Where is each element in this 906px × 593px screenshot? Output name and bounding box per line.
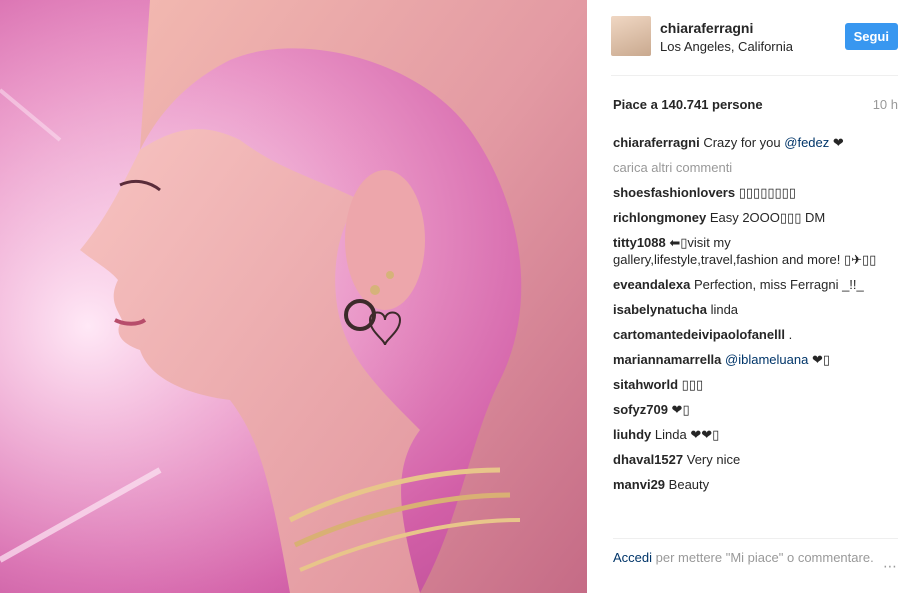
comment-item: sofyz709 ❤▯ <box>613 401 883 418</box>
comment-username[interactable]: cartomantedeivipaolofanelll <box>613 327 785 342</box>
comment-item: manvi29 Beauty <box>613 476 883 493</box>
post-username[interactable]: chiaraferragni <box>660 20 753 36</box>
comment-item: mariannamarrella @iblameluana ❤▯ <box>613 351 883 368</box>
comment-item: dhaval1527 Very nice <box>613 451 883 468</box>
caption-mention[interactable]: @fedez <box>784 135 829 150</box>
comment-username[interactable]: shoesfashionlovers <box>613 185 735 200</box>
likes-count[interactable]: Piace a 140.741 persone <box>613 97 763 112</box>
comment-text: linda <box>710 302 739 317</box>
caption-text: Crazy for you <box>703 135 781 150</box>
comment-text: Easy 2OOO▯▯▯ DM <box>709 210 826 225</box>
caption-username[interactable]: chiaraferragni <box>613 135 700 150</box>
comment-mention[interactable]: @iblameluana <box>725 352 808 367</box>
comment-username[interactable]: dhaval1527 <box>613 452 683 467</box>
caption: chiaraferragni Crazy for you @fedez ❤ <box>613 134 883 151</box>
comment-item: sitahworld ▯▯▯ <box>613 376 883 393</box>
comment-item: cartomantedeivipaolofanelll . <box>613 326 883 343</box>
comment-username[interactable]: sofyz709 <box>613 402 668 417</box>
login-link[interactable]: Accedi <box>613 550 652 565</box>
comment-item: titty1088 ⬅▯visit my gallery,lifestyle,t… <box>613 234 883 268</box>
comment-item: isabelynatucha linda <box>613 301 883 318</box>
comment-item: shoesfashionlovers ▯▯▯▯▯▯▯▯ <box>613 184 883 201</box>
post-side-panel: chiaraferragni Los Angeles, California S… <box>587 0 906 593</box>
comment-text: ▯▯▯▯▯▯▯▯ <box>738 185 796 200</box>
comment-text: Linda ❤❤▯ <box>654 427 720 442</box>
photo-illustration <box>0 0 587 593</box>
comment-username[interactable]: sitahworld <box>613 377 678 392</box>
comment-item: richlongmoney Easy 2OOO▯▯▯ DM <box>613 209 883 226</box>
comment-text: Perfection, miss Ferragni _!!_ <box>693 277 864 292</box>
comment-item: eveandalexa Perfection, miss Ferragni _!… <box>613 276 883 293</box>
comments-list: chiaraferragni Crazy for you @fedez ❤ ca… <box>613 134 883 501</box>
comment-text: Very nice <box>686 452 741 467</box>
comment-username[interactable]: mariannamarrella <box>613 352 721 367</box>
post-photo[interactable] <box>0 0 587 593</box>
post-footer: Accedi per mettere "Mi piace" o commenta… <box>613 538 898 593</box>
post-header: chiaraferragni Los Angeles, California S… <box>611 14 898 76</box>
comment-username[interactable]: isabelynatucha <box>613 302 707 317</box>
comment-username[interactable]: manvi29 <box>613 477 665 492</box>
comment-username[interactable]: titty1088 <box>613 235 666 250</box>
caption-heart: ❤ <box>829 135 844 150</box>
comment-text: ▯▯▯ <box>681 377 704 392</box>
comment-username[interactable]: eveandalexa <box>613 277 690 292</box>
avatar[interactable] <box>611 16 651 56</box>
load-more-comments[interactable]: carica altri commenti <box>613 159 883 176</box>
comment-item: liuhdy Linda ❤❤▯ <box>613 426 883 443</box>
post-time[interactable]: 10 h <box>873 97 898 112</box>
comment-text: Beauty <box>668 477 710 492</box>
likes-row: Piace a 140.741 persone 10 h <box>613 97 898 112</box>
comment-username[interactable]: richlongmoney <box>613 210 706 225</box>
follow-button[interactable]: Segui <box>844 23 898 50</box>
comment-text: . <box>788 327 793 342</box>
post-location[interactable]: Los Angeles, California <box>660 39 793 54</box>
comment-username[interactable]: liuhdy <box>613 427 651 442</box>
comment-text: ❤▯ <box>671 402 690 417</box>
login-prompt-text: per mettere "Mi piace" o commentare. <box>652 550 874 565</box>
more-options-icon[interactable]: ⋯ <box>883 557 898 575</box>
comment-text: ❤▯ <box>808 352 831 367</box>
